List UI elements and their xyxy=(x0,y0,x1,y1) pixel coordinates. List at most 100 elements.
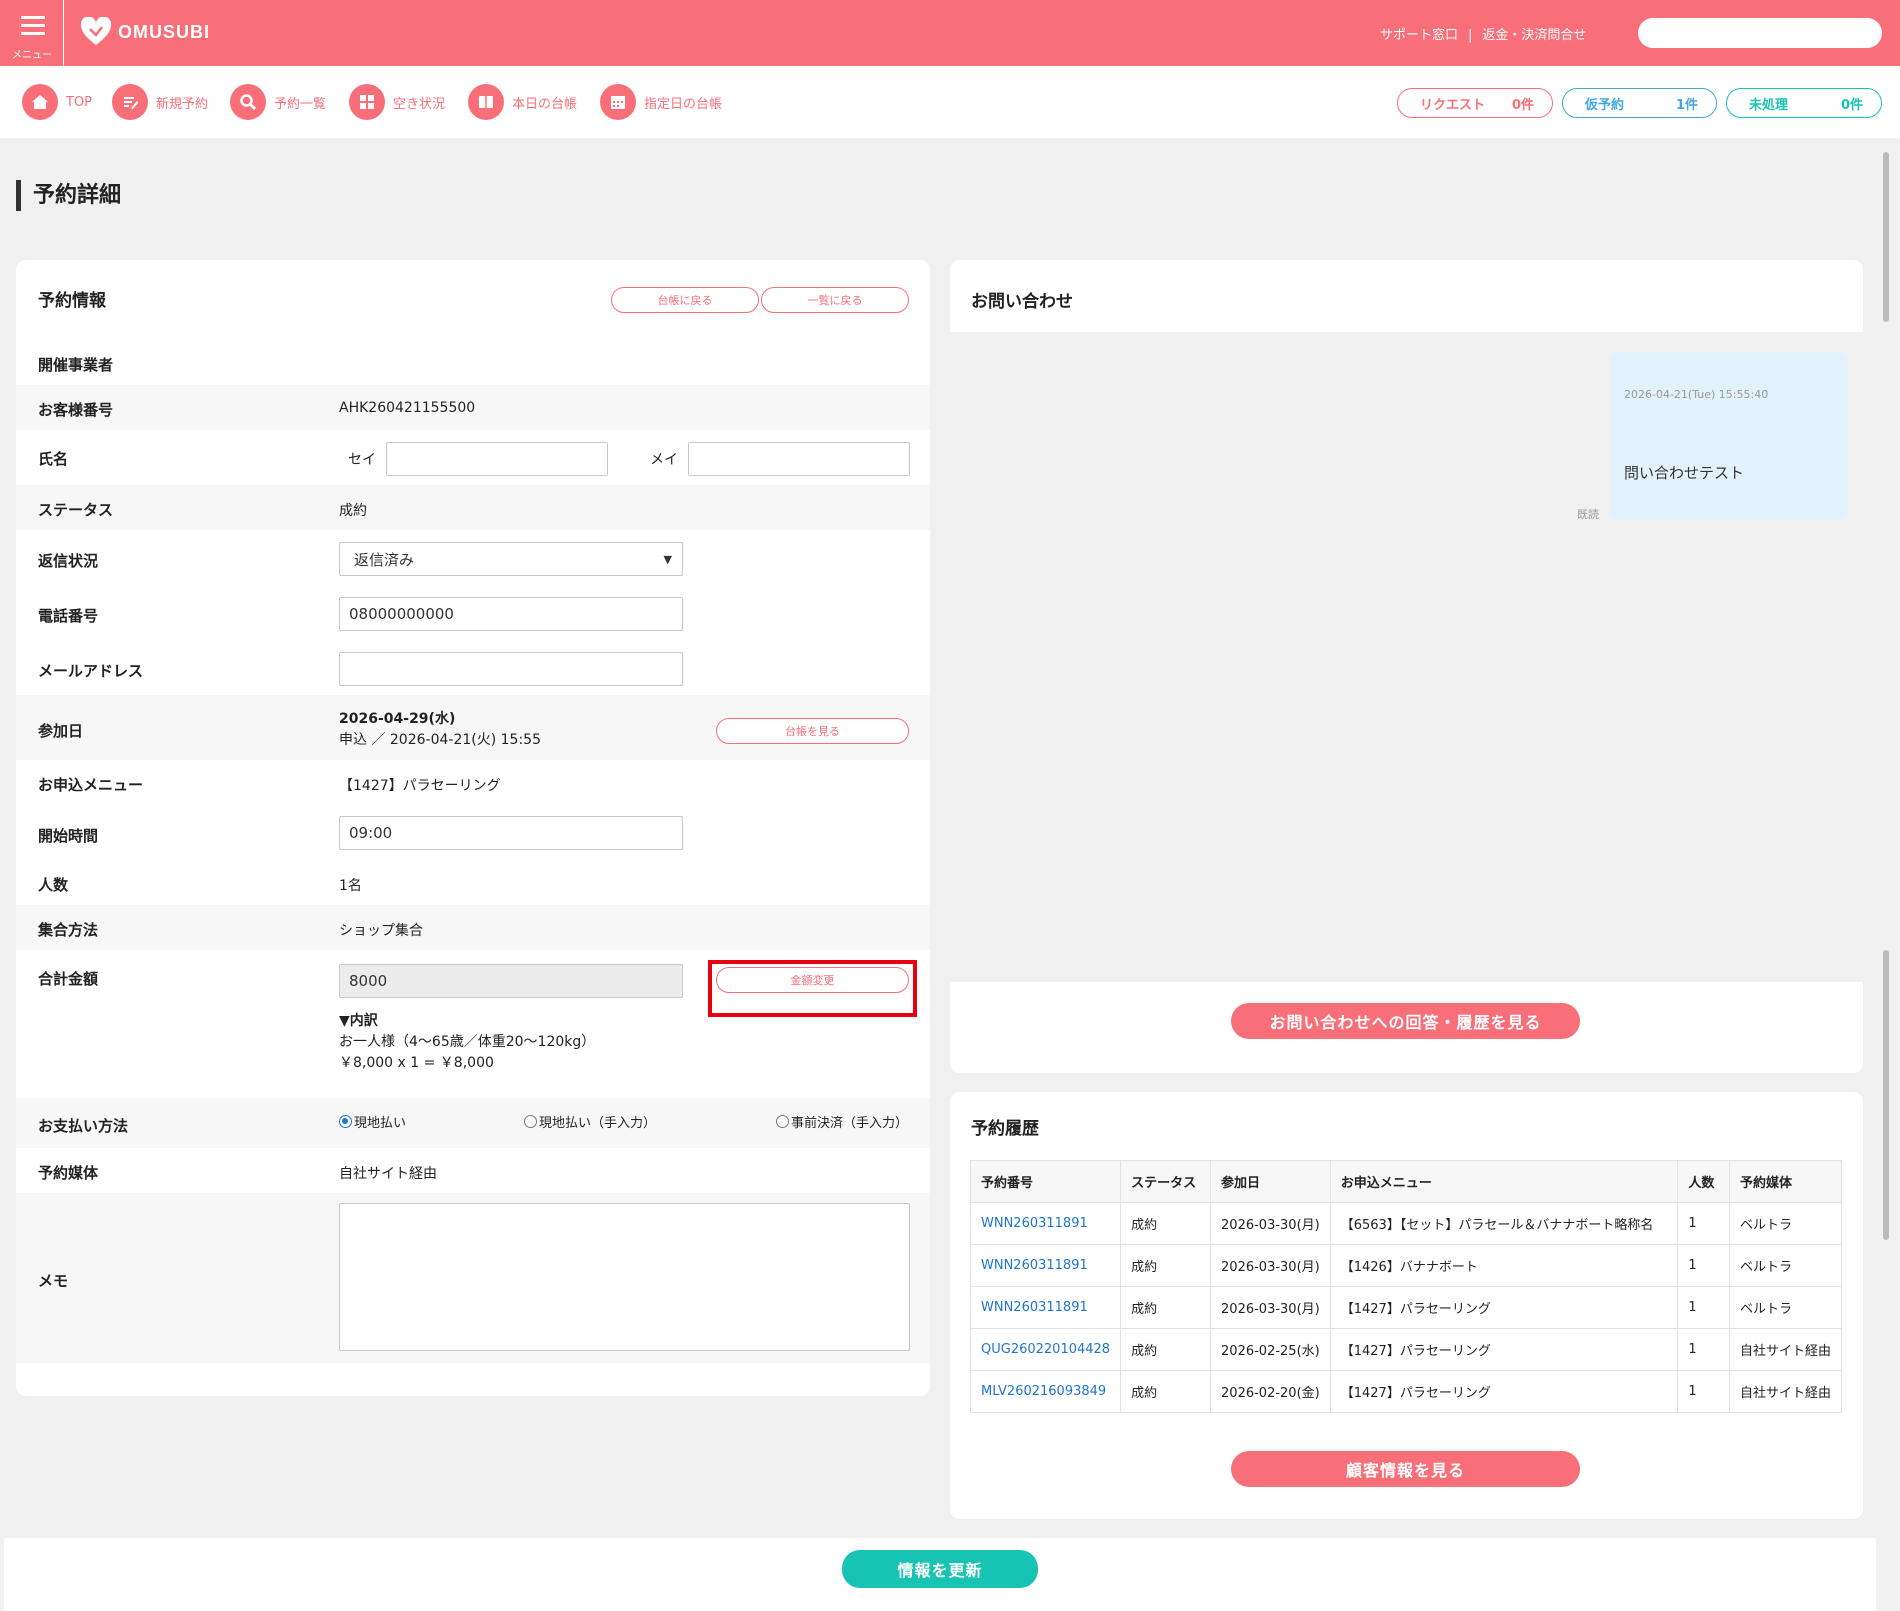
message-text: 問い合わせテスト xyxy=(1624,464,1745,482)
mei-input[interactable] xyxy=(688,442,910,476)
nav-top[interactable]: TOP xyxy=(22,84,92,120)
value-people: 1名 xyxy=(339,878,362,894)
col-people: 人数 xyxy=(1677,1160,1730,1203)
hamburger-icon xyxy=(21,16,45,40)
table-cell: 【6563】【セット】パラセール＆バナナボート略称名 xyxy=(1329,1202,1679,1245)
tentative-label: 仮予約 xyxy=(1585,97,1625,113)
history-title: 予約履歴 xyxy=(971,1119,1039,1139)
label-menu: お申込メニュー xyxy=(38,776,144,794)
email-input[interactable] xyxy=(339,652,683,686)
history-table: 予約番号 ステータス 参加日 お申込メニュー 人数 予約媒体 WNN260311… xyxy=(969,1160,1843,1413)
update-info-button[interactable]: 情報を更新 xyxy=(842,1550,1038,1588)
mei-label: メイ xyxy=(650,452,678,468)
col-booking-no: 予約番号 xyxy=(969,1160,1122,1203)
booking-info-title: 予約情報 xyxy=(38,291,106,311)
nav-today-ledger-label: 本日の台帳 xyxy=(512,96,578,112)
request-count: 0件 xyxy=(1511,97,1534,113)
customer-info-button[interactable]: 顧客情報を見る xyxy=(1231,1451,1580,1487)
label-media: 予約媒体 xyxy=(38,1164,99,1182)
booking-no-link[interactable]: WNN260311891 xyxy=(969,1244,1122,1287)
nav-booking-list-label: 予約一覧 xyxy=(274,96,327,112)
row-people: 人数 1名 xyxy=(16,860,930,905)
nav-new-booking[interactable]: 新規予約 xyxy=(112,84,208,120)
nav-date-ledger[interactable]: 指定日の台帳 xyxy=(600,84,722,120)
booking-no-link[interactable]: QUG260220104428 xyxy=(969,1328,1122,1371)
row-start: 開始時間 xyxy=(16,805,930,860)
payment-option-2: 事前決済（手入力） xyxy=(791,1116,909,1131)
page-scrollbar[interactable] xyxy=(1880,150,1892,1600)
menu-label: メニュー xyxy=(12,50,52,61)
radio-unchecked-icon xyxy=(776,1115,789,1128)
view-ledger-button[interactable]: 台帳を見る xyxy=(716,718,909,744)
header-search-input[interactable] xyxy=(1638,18,1882,48)
booking-no-link[interactable]: WNN260311891 xyxy=(969,1286,1122,1329)
logo[interactable]: OMUSUBI xyxy=(80,17,210,47)
sei-input[interactable] xyxy=(386,442,608,476)
back-to-ledger-button[interactable]: 台帳に戻る xyxy=(611,287,759,313)
table-cell: 1 xyxy=(1677,1328,1730,1371)
reply-status-select[interactable]: 返信済み ▼ xyxy=(339,542,683,576)
nav-top-label: TOP xyxy=(66,94,93,110)
breakdown-title: ▼内訳 xyxy=(339,1013,378,1029)
menu-button[interactable]: メニュー xyxy=(0,0,64,66)
request-counter[interactable]: リクエスト 0件 xyxy=(1397,88,1553,118)
table-cell: ベルトラ xyxy=(1728,1286,1843,1329)
label-phone: 電話番号 xyxy=(38,607,99,625)
table-cell: 【1427】パラセーリング xyxy=(1329,1286,1679,1329)
booking-no-link[interactable]: MLV260216093849 xyxy=(969,1370,1122,1413)
value-status: 成約 xyxy=(339,503,367,519)
top-bar: メニュー OMUSUBI サポート窓口 | 返金・決済問合せ xyxy=(0,0,1900,66)
nav-availability[interactable]: 空き状況 xyxy=(349,84,445,120)
nav-booking-list[interactable]: 予約一覧 xyxy=(230,84,326,120)
sei-label: セイ xyxy=(348,452,376,468)
nav-today-ledger[interactable]: 本日の台帳 xyxy=(468,84,577,120)
payment-radio-onsite[interactable]: 現地払い xyxy=(339,1112,406,1131)
search-icon xyxy=(230,84,266,120)
table-row: WNN260311891 成約 2026-03-30(月) 【6563】【セット… xyxy=(969,1202,1843,1245)
unprocessed-count: 0件 xyxy=(1840,97,1863,113)
inquiry-reply-button[interactable]: お問い合わせへの回答・履歴を見る xyxy=(1231,1003,1580,1039)
label-status: ステータス xyxy=(38,501,114,519)
phone-input[interactable] xyxy=(339,597,683,631)
row-menu: お申込メニュー 【1427】パラセーリング xyxy=(16,760,930,805)
row-memo: メモ xyxy=(16,1193,930,1363)
scrollbar-thumb[interactable] xyxy=(1883,950,1889,1240)
col-menu: お申込メニュー xyxy=(1329,1160,1679,1203)
tentative-count: 1件 xyxy=(1675,97,1698,113)
scrollbar-thumb-top[interactable] xyxy=(1883,152,1889,322)
table-cell: ベルトラ xyxy=(1728,1202,1843,1245)
heart-logo-icon xyxy=(80,17,112,45)
table-cell: 成約 xyxy=(1120,1202,1212,1245)
logo-text: OMUSUBI xyxy=(118,21,210,42)
payment-option-0: 現地払い xyxy=(354,1116,407,1131)
link-separator: | xyxy=(1468,28,1473,43)
value-menu: 【1427】パラセーリング xyxy=(339,778,501,794)
booking-no-link[interactable]: WNN260311891 xyxy=(969,1202,1122,1245)
start-time-input[interactable] xyxy=(339,816,683,850)
back-to-list-button[interactable]: 一覧に戻る xyxy=(761,287,909,313)
table-cell: 成約 xyxy=(1120,1244,1212,1287)
label-date: 参加日 xyxy=(38,722,84,740)
unprocessed-counter[interactable]: 未処理 0件 xyxy=(1726,88,1882,118)
row-status: ステータス 成約 xyxy=(16,485,930,530)
row-media: 予約媒体 自社サイト経由 xyxy=(16,1148,930,1193)
refund-link[interactable]: 返金・決済問合せ xyxy=(1482,28,1586,43)
memo-textarea[interactable] xyxy=(339,1203,910,1351)
support-link[interactable]: サポート窓口 xyxy=(1380,28,1458,43)
label-total: 合計金額 xyxy=(38,970,99,988)
row-customer-no: お客様番号 AHK260421155500 xyxy=(16,385,930,430)
label-email: メールアドレス xyxy=(38,662,144,680)
payment-radio-onsite-manual[interactable]: 現地払い（手入力） xyxy=(524,1112,656,1131)
change-amount-button[interactable]: 金額変更 xyxy=(716,967,909,993)
row-payment: お支払い方法 現地払い 現地払い（手入力） 事前決済（手入力） xyxy=(16,1098,930,1148)
value-meeting: ショップ集合 xyxy=(339,923,423,939)
table-cell: 1 xyxy=(1677,1286,1730,1329)
radio-checked-icon xyxy=(339,1115,352,1128)
row-email: メールアドレス xyxy=(16,640,930,695)
table-row: QUG260220104428 成約 2026-02-25(水) 【1427】パ… xyxy=(969,1328,1843,1371)
tentative-counter[interactable]: 仮予約 1件 xyxy=(1562,88,1717,118)
table-cell: 2026-03-30(月) xyxy=(1210,1244,1331,1287)
payment-radio-prepaid-manual[interactable]: 事前決済（手入力） xyxy=(776,1112,908,1131)
table-cell: 自社サイト経由 xyxy=(1728,1328,1843,1371)
table-row: WNN260311891 成約 2026-03-30(月) 【1427】パラセー… xyxy=(969,1286,1843,1329)
